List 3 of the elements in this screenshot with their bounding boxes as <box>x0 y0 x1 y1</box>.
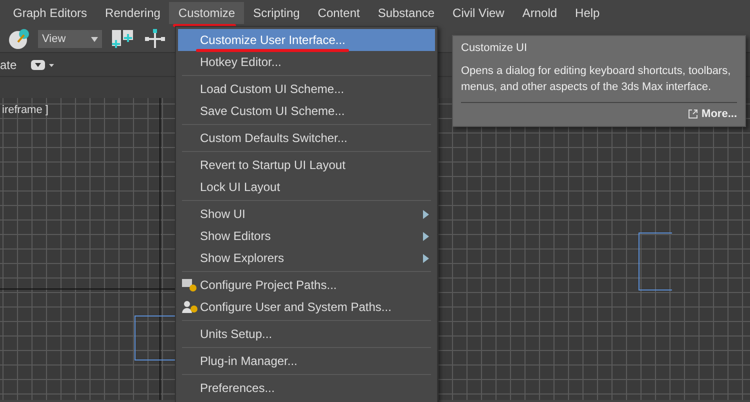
toolbar-label: ate <box>0 56 17 74</box>
tooltip-text: Opens a dialog for editing keyboard shortcuts, toolbars, menus, and other aspects of the 3ds Max interface. <box>461 64 732 95</box>
tooltip-title: Customize UI <box>461 41 528 56</box>
